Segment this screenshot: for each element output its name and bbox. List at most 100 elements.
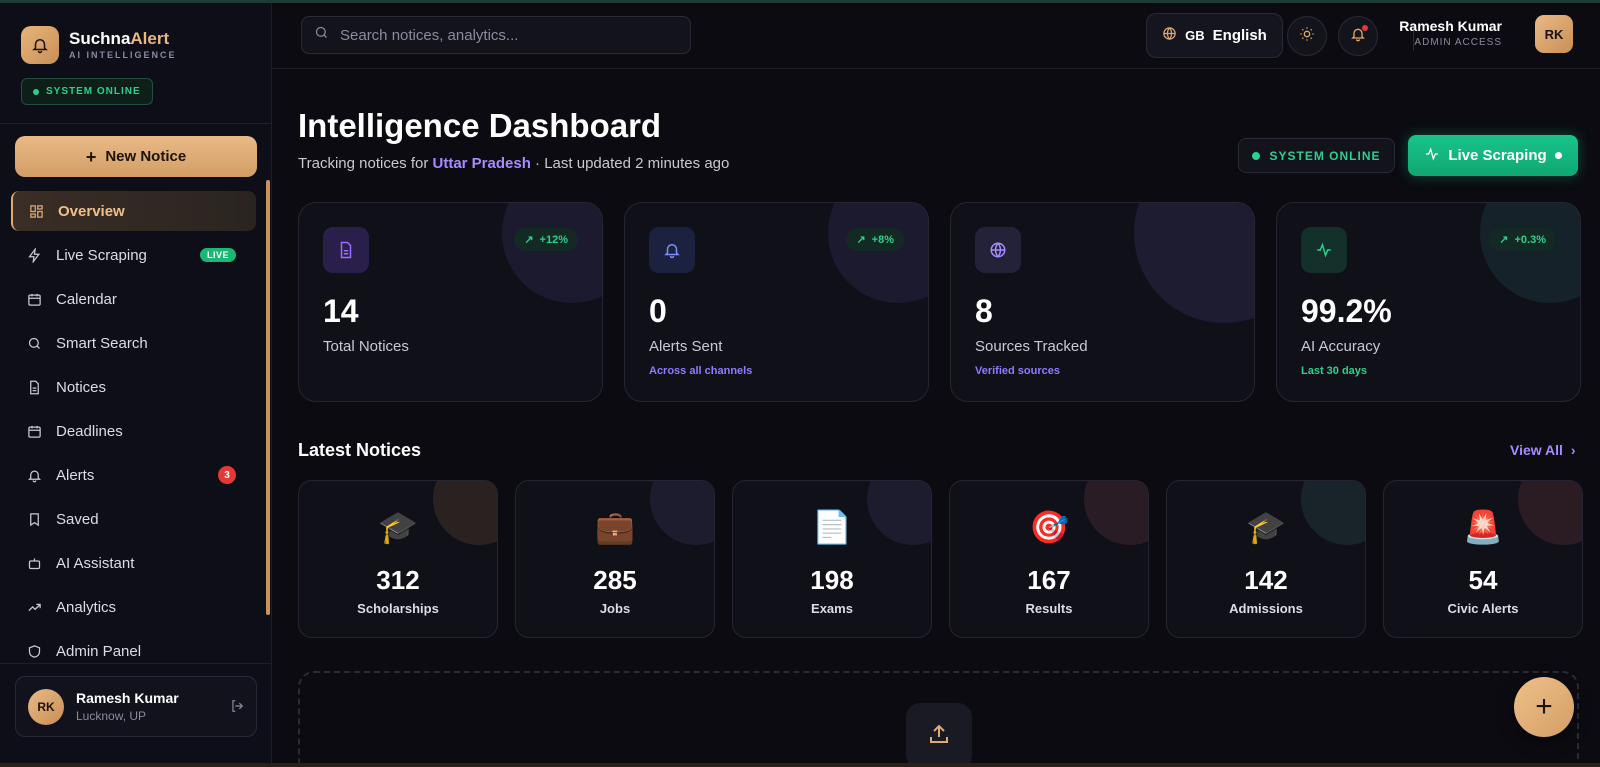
- grid-icon: [28, 203, 44, 219]
- sidebar-item-saved[interactable]: Saved: [11, 499, 256, 539]
- chevron-right-icon: ›: [1570, 442, 1576, 458]
- category-label: Jobs: [599, 601, 631, 616]
- category-card-admissions[interactable]: 🎓 142 Admissions: [1166, 480, 1366, 638]
- sidebar-item-label: Smart Search: [56, 334, 148, 352]
- stat-value: 8: [975, 293, 993, 329]
- live-dot: [1554, 152, 1562, 159]
- notifications-button[interactable]: [1338, 16, 1378, 56]
- sidebar-item-overview[interactable]: Overview: [11, 191, 256, 231]
- change-text: +8%: [871, 233, 894, 246]
- topbar-user-name: Ramesh Kumar: [1399, 18, 1502, 34]
- top-bar: GB English Ramesh Kumar ADMIN ACCESS RK: [272, 3, 1600, 69]
- status-text: SYSTEM ONLINE: [46, 86, 141, 97]
- arrow-up-right-icon: ↗: [856, 234, 866, 246]
- arrow-up-right-icon: ↗: [524, 234, 534, 246]
- brand[interactable]: SuchnaAlert AI INTELLIGENCE: [21, 26, 177, 64]
- card-glow: [1134, 203, 1254, 323]
- siren-icon: 🚨: [1463, 509, 1503, 545]
- category-card-results[interactable]: 🎯 167 Results: [949, 480, 1149, 638]
- bell-icon: [26, 467, 42, 483]
- system-status-badge: SYSTEM ONLINE: [21, 78, 153, 105]
- region-link[interactable]: Uttar Pradesh: [433, 155, 531, 172]
- subtitle-suffix: · Last updated 2 minutes ago: [535, 155, 730, 172]
- stat-value: 99.2%: [1301, 293, 1392, 329]
- stat-card-ai-accuracy[interactable]: ↗ +0.3% 99.2% AI Accuracy Last 30 days: [1276, 202, 1581, 402]
- target-icon: 🎯: [1029, 509, 1069, 545]
- globe-icon: [1162, 26, 1177, 45]
- view-all-link[interactable]: View All ›: [1510, 442, 1576, 458]
- avatar[interactable]: RK: [1535, 15, 1573, 53]
- stat-label: AI Accuracy: [1301, 338, 1381, 355]
- graduation-cap-icon: 🎓: [378, 509, 418, 545]
- category-card-exams[interactable]: 📄 198 Exams: [732, 480, 932, 638]
- new-notice-button[interactable]: + New Notice: [15, 136, 257, 177]
- stat-label: Sources Tracked: [975, 338, 1088, 355]
- sidebar-item-smart-search[interactable]: Smart Search: [11, 323, 256, 363]
- sidebar-item-label: Live Scraping: [56, 246, 147, 264]
- category-card-jobs[interactable]: 💼 285 Jobs: [515, 480, 715, 638]
- stat-sub: Across all channels: [649, 365, 753, 377]
- bot-icon: [26, 555, 42, 571]
- change-badge: ↗ +0.3%: [1489, 228, 1556, 251]
- lang-code: GB: [1185, 28, 1205, 43]
- subtitle-prefix: Tracking notices for: [298, 155, 429, 172]
- search-icon: [26, 335, 42, 351]
- sidebar-item-label: Analytics: [56, 598, 117, 616]
- sidebar-item-alerts[interactable]: Alerts 3: [11, 455, 256, 495]
- stat-card-alerts-sent[interactable]: ↗ +8% 0 Alerts Sent Across all channels: [624, 202, 929, 402]
- brand-tagline: AI INTELLIGENCE: [69, 50, 177, 60]
- sidebar-item-ai-assistant[interactable]: AI Assistant: [11, 543, 256, 583]
- search-box[interactable]: [301, 16, 691, 54]
- sidebar-item-calendar[interactable]: Calendar: [11, 279, 256, 319]
- section-title: Latest Notices: [298, 440, 422, 460]
- topbar-user-info[interactable]: Ramesh Kumar ADMIN ACCESS: [1399, 18, 1502, 48]
- search-icon: [314, 25, 329, 45]
- page-subtitle: Tracking notices for Uttar Pradesh · Las…: [298, 155, 729, 172]
- category-card-scholarships[interactable]: 🎓 312 Scholarships: [298, 480, 498, 638]
- stat-value: 14: [323, 293, 359, 329]
- category-label: Admissions: [1229, 601, 1303, 616]
- sidebar-item-live-scraping[interactable]: Live Scraping LIVE: [11, 235, 256, 275]
- notification-dot: [1362, 25, 1368, 31]
- sidebar-item-notices[interactable]: Notices: [11, 367, 256, 407]
- language-selector[interactable]: GB English: [1146, 13, 1283, 58]
- upload-button[interactable]: [906, 703, 972, 767]
- sidebar-scrollbar[interactable]: [266, 180, 270, 615]
- add-fab-button[interactable]: +: [1514, 677, 1574, 737]
- user-name: Ramesh Kumar: [76, 690, 179, 706]
- bookmark-icon: [26, 511, 42, 527]
- stat-card-sources-tracked[interactable]: 8 Sources Tracked Verified sources: [950, 202, 1255, 402]
- sidebar-item-label: Notices: [56, 378, 107, 396]
- user-location: Lucknow, UP: [76, 709, 147, 723]
- status-text: SYSTEM ONLINE: [1269, 148, 1381, 163]
- globe-icon: [975, 227, 1021, 273]
- stat-card-total-notices[interactable]: ↗ +12% 14 Total Notices: [298, 202, 603, 402]
- search-input[interactable]: [340, 26, 670, 44]
- sidebar-user-card[interactable]: RK Ramesh Kumar Lucknow, UP: [15, 676, 257, 737]
- sun-icon: [1299, 26, 1315, 47]
- live-scraping-button[interactable]: Live Scraping: [1408, 135, 1578, 176]
- sidebar-item-admin-panel[interactable]: Admin Panel: [11, 631, 256, 671]
- category-card-civic-alerts[interactable]: 🚨 54 Civic Alerts: [1383, 480, 1583, 638]
- sidebar-item-deadlines[interactable]: Deadlines: [11, 411, 256, 451]
- sidebar-item-label: Overview: [58, 202, 125, 220]
- lang-label: English: [1212, 27, 1267, 44]
- divider: [0, 123, 272, 124]
- sidebar-item-label: Calendar: [56, 290, 117, 308]
- sidebar-item-label: Deadlines: [56, 422, 123, 440]
- change-badge: ↗ +8%: [846, 228, 904, 251]
- pulse-icon: [1424, 146, 1440, 166]
- stat-label: Alerts Sent: [649, 338, 723, 355]
- topbar-user-role: ADMIN ACCESS: [1414, 37, 1502, 48]
- avatar: RK: [28, 688, 64, 725]
- logout-icon[interactable]: [230, 699, 244, 718]
- theme-toggle-button[interactable]: [1287, 16, 1327, 56]
- calendar-icon: [26, 423, 42, 439]
- live-badge: LIVE: [199, 248, 236, 262]
- new-notice-label: New Notice: [105, 148, 187, 165]
- sidebar-item-analytics[interactable]: Analytics: [11, 587, 256, 627]
- category-count: 142: [1244, 565, 1288, 595]
- document-icon: [323, 227, 369, 273]
- category-label: Exams: [811, 601, 853, 616]
- plus-icon: +: [85, 146, 97, 167]
